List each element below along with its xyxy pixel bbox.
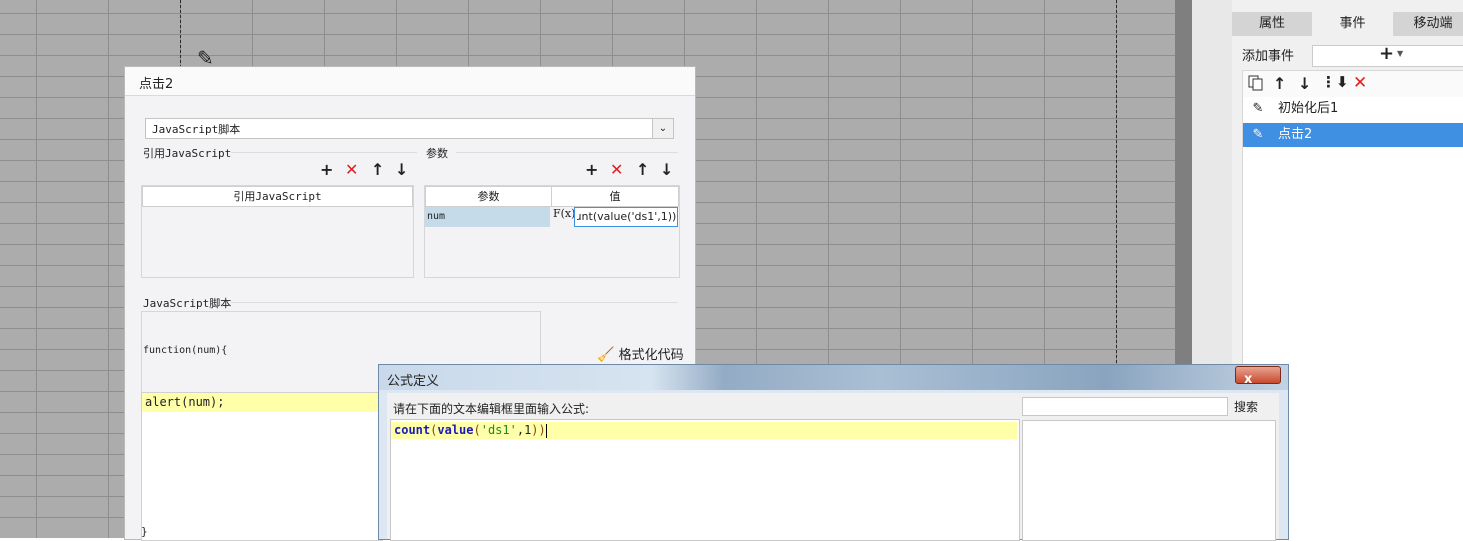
script-editor[interactable]: alert(num); (141, 392, 383, 541)
dialog-title-bar[interactable]: 点击2 (125, 67, 695, 96)
delete-icon[interactable]: ✕ (345, 162, 358, 178)
param-value-column-header[interactable]: 值 (551, 186, 679, 207)
code-text: alert(num); (145, 395, 225, 409)
copy-icon[interactable] (1247, 75, 1265, 93)
delete-icon[interactable]: ✕ (610, 162, 623, 178)
event-label: 点击2 (1278, 127, 1313, 142)
formula-dialog-title: 公式定义 (387, 374, 440, 389)
format-code-label: 格式化代码 (618, 348, 684, 363)
close-button[interactable]: x (1235, 366, 1281, 387)
formula-line: count(value('ds1',1)) (391, 422, 1017, 439)
edit-icon: ✎ (1252, 101, 1264, 116)
formula-paren: ( (473, 423, 481, 437)
event-label: 初始化后1 (1278, 101, 1339, 116)
close-icon: x (1244, 372, 1253, 387)
param-name-column-header[interactable]: 参数 (425, 186, 552, 207)
formula-dialog: 公式定义 x 请在下面的文本编辑框里面输入公式: count(value('ds… (378, 364, 1289, 541)
search-button[interactable]: 搜索 (1234, 398, 1258, 415)
function-header: function(num){ (143, 345, 228, 356)
list-item[interactable]: ✎ 点击2 (1243, 123, 1463, 147)
script-type-value: JavaScript脚本 (152, 123, 241, 136)
chevron-down-icon[interactable]: ⌄ (652, 119, 673, 138)
param-name-cell: num (427, 211, 446, 222)
function-search-input[interactable] (1022, 397, 1228, 416)
add-icon[interactable]: + (320, 162, 333, 178)
edit-icon: ✎ (1252, 127, 1264, 142)
tab-mobile[interactable]: 移动端 (1393, 12, 1463, 36)
move-down-icon[interactable]: ↓ (1298, 74, 1311, 93)
chevron-down-icon: ▼ (1397, 49, 1404, 58)
tab-properties[interactable]: 属性 (1232, 12, 1312, 36)
ref-js-column-header[interactable]: 引用JavaScript (142, 186, 413, 207)
script-type-select[interactable]: JavaScript脚本 ⌄ (145, 118, 674, 139)
function-list[interactable] (1022, 420, 1276, 541)
broom-icon: 🧹 (597, 347, 615, 363)
move-up-icon[interactable]: ↑ (371, 162, 384, 178)
move-bottom-icon[interactable]: ⋮⬇ (1321, 73, 1349, 91)
ref-js-table: 引用JavaScript (141, 185, 414, 278)
dialog-title: 点击2 (139, 77, 174, 92)
panel-tabs: 属性 事件 移动端 (1232, 12, 1463, 36)
formula-dialog-body: 请在下面的文本编辑框里面输入公式: count(value('ds1',1)) … (387, 393, 1279, 541)
ref-js-section-label: 引用JavaScript (143, 147, 232, 160)
divider (456, 152, 678, 153)
formula-function: count (394, 423, 431, 437)
formula-args: ,1 (516, 423, 532, 437)
param-value-text: ɹnt(value('ds1',1)) (577, 210, 677, 223)
move-down-icon[interactable]: ↓ (660, 162, 673, 178)
delete-icon[interactable]: ✕ (1353, 73, 1367, 93)
add-event-dropdown[interactable]: + ▼ (1312, 43, 1463, 67)
divider (231, 152, 417, 153)
params-table: 参数 值 num F(x) ɹnt(value('ds1',1)) (424, 185, 680, 278)
add-event-label: 添加事件 (1242, 49, 1295, 64)
format-code-button[interactable]: 🧹 格式化代码 (597, 344, 684, 363)
param-value-input[interactable]: ɹnt(value('ds1',1)) (574, 207, 678, 227)
formula-function: value (437, 423, 474, 437)
params-section-label: 参数 (426, 147, 448, 160)
script-section-label: JavaScript脚本 (143, 297, 232, 310)
move-down-icon[interactable]: ↓ (395, 162, 408, 178)
move-up-icon[interactable]: ↑ (636, 162, 649, 178)
code-line: alert(num); (142, 393, 382, 412)
formula-string: 'ds1' (480, 423, 517, 437)
table-row[interactable]: num (425, 207, 550, 227)
formula-editor[interactable]: count(value('ds1',1)) (390, 419, 1020, 541)
add-icon[interactable]: + (585, 162, 598, 178)
formula-prompt: 请在下面的文本编辑框里面输入公式: (393, 402, 590, 416)
closing-brace: } (141, 525, 148, 538)
formula-dialog-title-bar[interactable]: 公式定义 x (379, 365, 1288, 390)
list-item[interactable]: ✎ 初始化后1 (1243, 97, 1463, 121)
plus-icon: + (1379, 43, 1395, 64)
formula-fx-icon[interactable]: F(x) (553, 207, 575, 220)
move-up-icon[interactable]: ↑ (1273, 74, 1286, 93)
tab-events[interactable]: 事件 (1312, 12, 1393, 36)
event-toolbar: ↑ ↓ ⋮⬇ ✕ (1242, 70, 1463, 99)
text-cursor (545, 423, 547, 438)
divider (231, 302, 678, 303)
formula-paren: )) (531, 423, 546, 437)
formula-text: count(value('ds1',1)) (394, 423, 547, 438)
